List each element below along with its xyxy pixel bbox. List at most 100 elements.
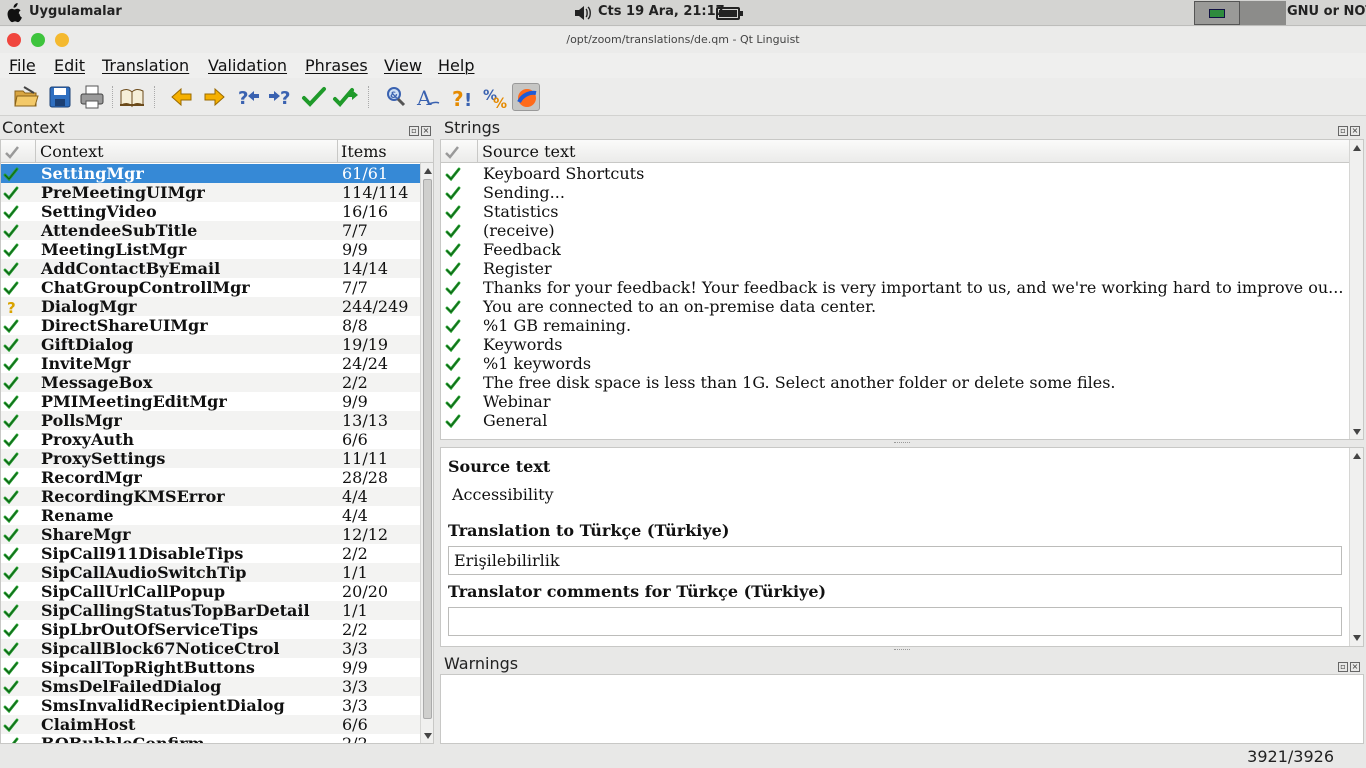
print-icon[interactable] <box>78 83 106 111</box>
string-row[interactable]: You are connected to an on-premise data … <box>441 297 1349 316</box>
context-row[interactable]: AttendeeSubTitle 7/7 <box>1 221 421 240</box>
volume-icon[interactable] <box>574 5 592 21</box>
source-text-column-header[interactable]: Source text <box>482 142 575 161</box>
context-row[interactable]: PollsMgr 13/13 <box>1 411 421 430</box>
string-row[interactable]: Keywords <box>441 335 1349 354</box>
translation-field[interactable]: Erişilebilirlik <box>448 546 1342 575</box>
close-icon[interactable]: × <box>421 126 431 136</box>
context-row[interactable]: SipcallBlock67NoticeCtrol 3/3 <box>1 639 421 658</box>
scroll-up-arrow[interactable] <box>1353 453 1361 459</box>
string-row[interactable]: (receive) <box>441 221 1349 240</box>
string-row[interactable]: Feedback <box>441 240 1349 259</box>
open-icon[interactable] <box>12 83 40 111</box>
context-row[interactable]: ProxySettings 11/11 <box>1 449 421 468</box>
string-row[interactable]: General <box>441 411 1349 430</box>
string-row[interactable]: Statistics <box>441 202 1349 221</box>
done-icon[interactable] <box>300 83 328 111</box>
scroll-thumb[interactable] <box>423 179 432 719</box>
find-icon[interactable]: & <box>382 83 410 111</box>
context-row[interactable]: PMIMeetingEditMgr 9/9 <box>1 392 421 411</box>
prev-unfinished-icon[interactable]: ? <box>234 83 262 111</box>
string-row[interactable]: The free disk space is less than 1G. Sel… <box>441 373 1349 392</box>
context-row[interactable]: Rename 4/4 <box>1 506 421 525</box>
phrasebook-icon[interactable] <box>118 83 146 111</box>
string-row[interactable]: Register <box>441 259 1349 278</box>
editor-scrollbar[interactable] <box>1349 448 1363 646</box>
context-row[interactable]: InviteMgr 24/24 <box>1 354 421 373</box>
float-icon[interactable]: ▫ <box>409 126 419 136</box>
scroll-down-arrow[interactable] <box>424 733 432 739</box>
scroll-up-arrow[interactable] <box>424 168 432 174</box>
workspace-2[interactable] <box>1240 1 1286 25</box>
save-icon[interactable] <box>46 83 74 111</box>
string-row[interactable]: Thanks for your feedback! Your feedback … <box>441 278 1349 297</box>
menu-translation[interactable]: Translation <box>102 56 189 75</box>
close-icon[interactable]: × <box>1350 662 1360 672</box>
scroll-up-arrow[interactable] <box>1353 145 1361 151</box>
context-row[interactable]: ChatGroupControllMgr 7/7 <box>1 278 421 297</box>
context-row[interactable]: MessageBox 2/2 <box>1 373 421 392</box>
context-row[interactable]: RecordingKMSError 4/4 <box>1 487 421 506</box>
placemarkers-icon[interactable] <box>512 83 540 111</box>
splitter-handle[interactable] <box>894 442 910 445</box>
string-row[interactable]: Keyboard Shortcuts <box>441 164 1349 183</box>
context-row[interactable]: ? DialogMgr 244/249 <box>1 297 421 317</box>
apple-icon[interactable] <box>4 3 22 23</box>
context-row[interactable]: ShareMgr 12/12 <box>1 525 421 544</box>
string-row[interactable]: Sending... <box>441 183 1349 202</box>
context-name: ProxySettings <box>41 449 166 468</box>
context-row[interactable]: SipCallAudioSwitchTip 1/1 <box>1 563 421 582</box>
context-row[interactable]: ClaimHost 6/6 <box>1 715 421 734</box>
string-row[interactable]: Webinar <box>441 392 1349 411</box>
checkmark-icon <box>3 337 19 353</box>
battery-icon[interactable] <box>716 7 743 20</box>
context-row[interactable]: SipCallingStatusTopBarDetail 1/1 <box>1 601 421 620</box>
context-scrollbar[interactable] <box>420 163 433 743</box>
context-column-header[interactable]: Context <box>40 142 104 161</box>
next-icon[interactable] <box>200 83 228 111</box>
context-row[interactable]: SettingMgr 61/61 <box>1 164 421 183</box>
context-row[interactable]: BOBubbleConfirm 2/2 <box>1 734 421 743</box>
workspace-1[interactable] <box>1194 1 1240 25</box>
context-row[interactable]: GiftDialog 19/19 <box>1 335 421 354</box>
menu-help[interactable]: Help <box>438 56 474 75</box>
scroll-down-arrow[interactable] <box>1353 635 1361 641</box>
splitter-handle[interactable] <box>894 649 910 652</box>
string-row[interactable]: %1 keywords <box>441 354 1349 373</box>
context-row[interactable]: MeetingListMgr 9/9 <box>1 240 421 259</box>
menu-validation[interactable]: Validation <box>208 56 287 75</box>
context-row[interactable]: DirectShareUIMgr 8/8 <box>1 316 421 335</box>
context-row[interactable]: SmsDelFailedDialog 3/3 <box>1 677 421 696</box>
menu-edit[interactable]: Edit <box>54 56 85 75</box>
punctuation-icon[interactable]: ?! <box>448 83 476 111</box>
accelerators-icon[interactable]: A <box>414 83 442 111</box>
context-row[interactable]: AddContactByEmail 14/14 <box>1 259 421 278</box>
context-row[interactable]: SipCall911DisableTips 2/2 <box>1 544 421 563</box>
next-unfinished-icon[interactable]: ? <box>266 83 294 111</box>
float-icon[interactable]: ▫ <box>1338 126 1348 136</box>
context-row[interactable]: PreMeetingUIMgr 114/114 <box>1 183 421 202</box>
phrases-check-icon[interactable]: %% <box>480 83 508 112</box>
clock[interactable]: Cts 19 Ara, 21:17 <box>598 4 725 19</box>
strings-scrollbar[interactable] <box>1349 140 1363 439</box>
float-icon[interactable]: ▫ <box>1338 662 1348 672</box>
translator-comments-field[interactable] <box>448 607 1342 636</box>
scroll-down-arrow[interactable] <box>1353 429 1361 435</box>
close-icon[interactable]: × <box>1350 126 1360 136</box>
context-row[interactable]: RecordMgr 28/28 <box>1 468 421 487</box>
done-and-next-icon[interactable] <box>332 83 360 111</box>
context-item-count: 4/4 <box>342 487 368 506</box>
context-row[interactable]: SipcallTopRightButtons 9/9 <box>1 658 421 677</box>
menu-view[interactable]: View <box>384 56 422 75</box>
context-row[interactable]: SmsInvalidRecipientDialog 3/3 <box>1 696 421 715</box>
items-column-header[interactable]: Items <box>341 142 387 161</box>
string-row[interactable]: %1 GB remaining. <box>441 316 1349 335</box>
applications-menu[interactable]: Uygulamalar <box>29 4 122 19</box>
context-row[interactable]: SipCallUrlCallPopup 20/20 <box>1 582 421 601</box>
menu-file[interactable]: File <box>9 56 36 75</box>
menu-phrases[interactable]: Phrases <box>305 56 368 75</box>
context-row[interactable]: SipLbrOutOfServiceTips 2/2 <box>1 620 421 639</box>
previous-icon[interactable] <box>168 83 196 111</box>
context-row[interactable]: ProxyAuth 6/6 <box>1 430 421 449</box>
context-row[interactable]: SettingVideo 16/16 <box>1 202 421 221</box>
